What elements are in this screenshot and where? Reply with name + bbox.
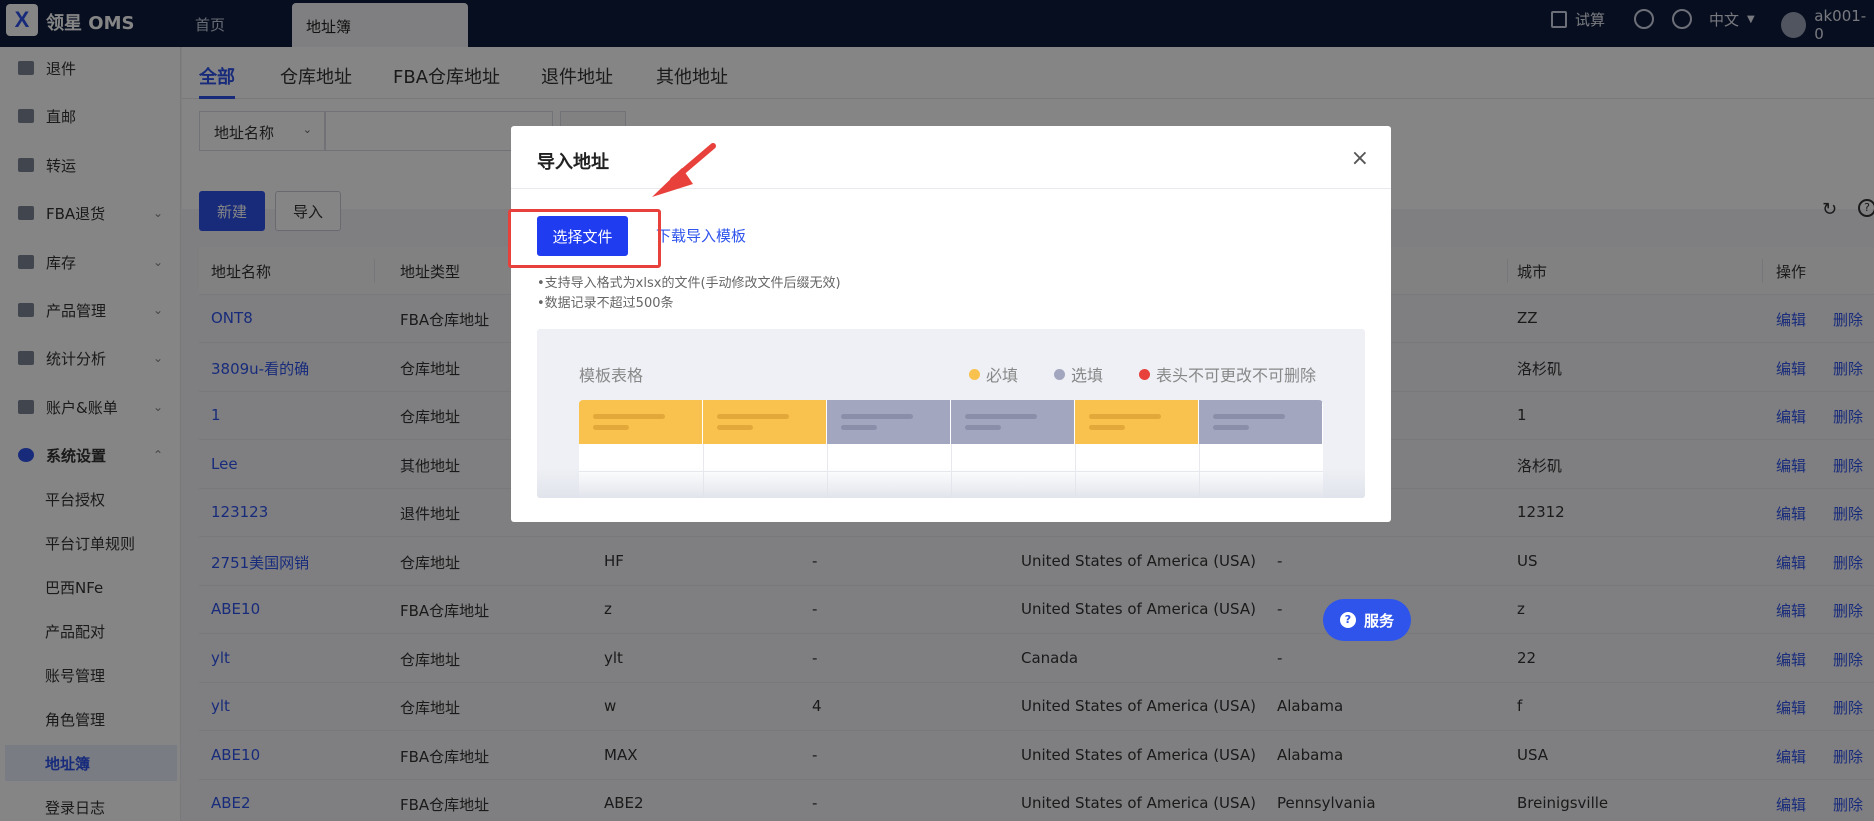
service-label: 服务 [1363, 611, 1394, 630]
template-col-required [1075, 400, 1199, 444]
import-note-limit: •数据记录不超过500条 [537, 296, 674, 311]
choose-file-highlight [508, 209, 661, 268]
import-note-format: •支持导入格式为xlsx的文件(手动修改文件后缀无效) [537, 276, 841, 291]
help-icon: ? [1339, 612, 1356, 628]
legend-label: 必填 [986, 366, 1019, 385]
fixed-header-dot-icon [1139, 368, 1150, 380]
legend-optional: 选填 [1054, 362, 1103, 386]
legend-label: 表头不可更改不可删除 [1156, 366, 1317, 385]
dialog-divider [511, 188, 1391, 189]
legend-required: 必填 [969, 362, 1018, 386]
optional-dot-icon [1054, 368, 1065, 380]
template-col-optional [1199, 400, 1323, 444]
dialog-title: 导入地址 [537, 152, 609, 173]
required-dot-icon [969, 368, 980, 380]
download-template-link[interactable]: 下载导入模板 [656, 225, 746, 246]
template-col-required [579, 400, 703, 444]
template-title: 模板表格 [579, 366, 644, 385]
template-col-required [703, 400, 827, 444]
close-icon[interactable]: × [1351, 146, 1369, 171]
template-col-optional [951, 400, 1075, 444]
template-preview: 模板表格 必填 选填 表头不可更改不可删除 [537, 329, 1365, 498]
legend-fixed-header: 表头不可更改不可删除 [1139, 362, 1316, 386]
template-col-optional [827, 400, 951, 444]
import-address-dialog: 导入地址 × 选择文件 下载导入模板 •支持导入格式为xlsx的文件(手动修改文… [511, 126, 1391, 522]
service-button[interactable]: ? 服务 [1323, 599, 1411, 641]
legend-label: 选填 [1071, 366, 1104, 385]
